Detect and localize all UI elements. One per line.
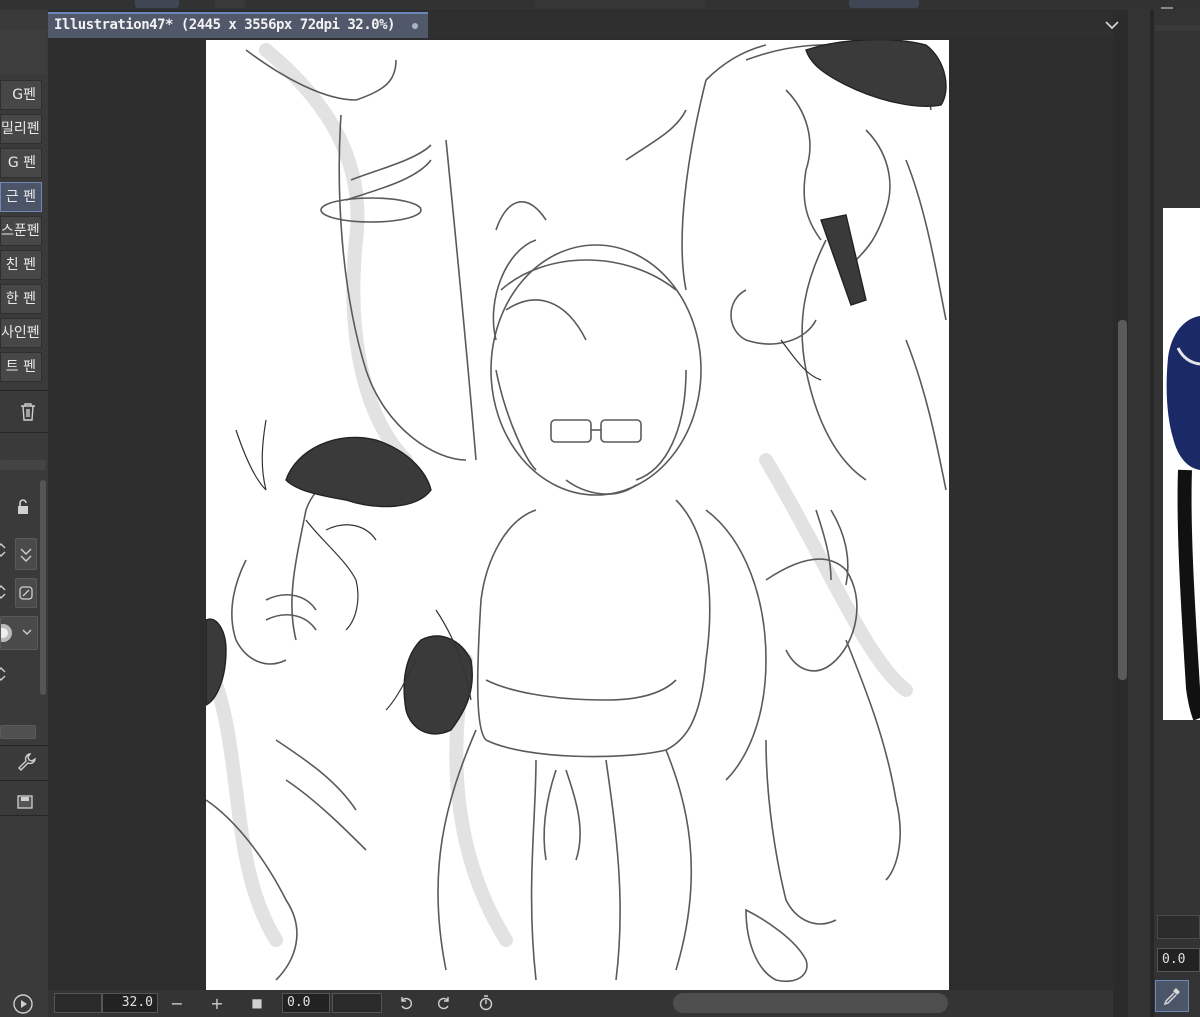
tab-document[interactable]: Illustration47* (2445 x 3556px 72dpi 32.… [48,12,428,38]
navigator-preview[interactable] [1163,208,1200,720]
navigator-thumbnail [1166,316,1200,720]
panel-divider[interactable] [1150,10,1154,1017]
sub-tool-label: 스푼펜 [1,223,40,239]
sub-tool-item-g-pen-2[interactable]: G 펜 [0,148,42,178]
sub-tool-item-pen-9[interactable]: 트 펜 [0,352,42,382]
sub-tool-label: 한 펜 [5,291,36,307]
fit-view-icon[interactable]: ■ [246,992,268,1014]
panel-header [0,30,46,74]
checkmark-icon[interactable] [15,538,37,570]
sub-tool-item-selected[interactable]: 근 펜 [0,182,42,212]
sketch-illustration [206,40,947,982]
trash-icon[interactable] [15,400,41,424]
zoom-out-icon[interactable]: − [166,992,188,1014]
divider [0,745,48,746]
wrench-icon[interactable] [14,750,40,774]
sub-tool-label: 근 펜 [5,189,36,205]
sub-tool-label: G 펜 [7,155,36,171]
menu-icon[interactable] [1160,0,1178,15]
chevron-down-icon[interactable] [1100,14,1124,36]
lock-icon[interactable] [10,495,36,519]
sub-tool-label: 사인펜 [1,325,40,341]
stepper-icon[interactable] [0,538,10,562]
canvas-artwork[interactable] [206,40,949,990]
rotation-field[interactable]: 0.0 [282,993,330,1013]
vertical-scroll-thumb[interactable] [1118,320,1127,680]
value-field[interactable]: 0.0 [1157,948,1200,972]
divider [0,780,48,781]
panel-scrollbar[interactable] [40,480,46,695]
sub-tool-item-spoon-pen[interactable]: 스푼펜 [0,216,42,246]
sub-tool-item-g-pen[interactable]: G펜 [0,80,42,110]
panel-field[interactable] [1157,915,1200,939]
tab-bar [428,12,1113,38]
toolbar-button[interactable] [215,0,245,8]
save-icon[interactable] [12,790,38,814]
eyedropper-icon[interactable] [1155,980,1189,1012]
modified-indicator-icon [412,23,418,29]
zoom-in-icon[interactable]: + [206,992,228,1014]
sub-tool-label: 밀리펜 [1,121,40,137]
sub-tool-item-pen-7[interactable]: 한 펜 [0,284,42,314]
divider [0,390,48,391]
divider [0,432,48,433]
rotate-right-icon[interactable] [433,992,455,1014]
panel-header [1155,25,1200,31]
menu-toolbar [0,0,1200,15]
play-icon[interactable] [10,992,36,1016]
reset-rotation-icon[interactable] [475,992,497,1014]
toolbar-button-active[interactable] [849,0,919,8]
toolbar-button[interactable] [135,0,179,8]
document-title: Illustration47* (2445 x 3556px 72dpi 32.… [54,17,395,33]
sub-tool-item-milli-pen[interactable]: 밀리펜 [0,114,42,144]
zoom-slider[interactable] [54,993,102,1013]
toolbar-group [535,0,705,8]
rotation-slider[interactable] [332,993,382,1013]
zoom-field[interactable]: 32.0 [102,993,158,1013]
sub-tool-label: 친 펜 [5,257,36,273]
stepper-icon[interactable] [0,662,10,686]
panel-header [0,460,46,470]
stepper-icon[interactable] [0,580,10,604]
canvas-status-bar: 32.0 − + ■ 0.0 [48,990,1113,1017]
sub-tool-item-pen-6[interactable]: 친 펜 [0,250,42,280]
sub-tool-panel: G펜 밀리펜 G 펜 근 펜 스푼펜 친 펜 한 펜 사인펜 트 펜 [0,10,48,1017]
brush-tip-icon [0,624,32,642]
rotate-left-icon[interactable] [395,992,417,1014]
sub-tool-label: 트 펜 [5,359,36,375]
circle-slash-icon[interactable] [15,578,37,608]
horizontal-scroll-thumb[interactable] [673,993,948,1013]
divider [0,815,48,816]
sub-tool-label: G펜 [12,87,36,103]
sub-tool-item-sign-pen[interactable]: 사인펜 [0,318,42,348]
panel-field[interactable] [0,725,36,739]
brush-tip-selector[interactable] [0,616,38,650]
